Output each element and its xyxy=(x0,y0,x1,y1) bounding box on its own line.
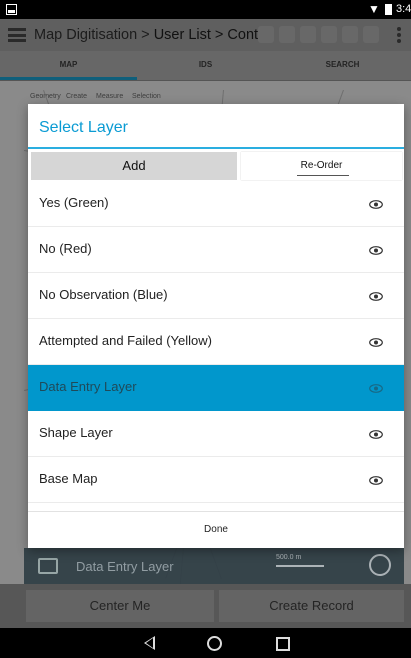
layer-row-selected[interactable]: Data Entry Layer xyxy=(28,365,404,411)
layer-row[interactable]: Base Map xyxy=(28,457,404,503)
bottom-action-bar: Center Me Create Record xyxy=(0,584,411,628)
home-icon[interactable] xyxy=(207,636,222,651)
toolbar-action-icon[interactable] xyxy=(279,26,295,43)
dialog-title-divider xyxy=(28,147,404,149)
eye-icon[interactable] xyxy=(369,384,383,393)
notification-icon xyxy=(6,4,17,15)
recents-icon[interactable] xyxy=(276,637,290,651)
layer-label: Base Map xyxy=(39,471,98,486)
layer-label: No Observation (Blue) xyxy=(39,287,168,302)
toolbar-actions xyxy=(258,26,379,43)
back-icon[interactable] xyxy=(144,636,155,650)
system-nav-bar xyxy=(0,628,411,658)
app-bar: Map Digitisation > User List > Control xyxy=(0,19,411,51)
done-button[interactable]: Done xyxy=(28,511,404,548)
breadcrumb-current: User List > Control xyxy=(153,27,275,43)
eye-icon[interactable] xyxy=(369,200,383,209)
layer-row[interactable]: Attempted and Failed (Yellow) xyxy=(28,319,404,365)
eye-icon[interactable] xyxy=(369,430,383,439)
eye-icon[interactable] xyxy=(369,476,383,485)
breadcrumb: Map Digitisation > User List > Control xyxy=(34,27,274,43)
layers-icon[interactable] xyxy=(38,558,58,574)
add-layer-tab[interactable]: Add xyxy=(31,152,237,180)
status-bar: ▼ 3:4 xyxy=(0,0,411,19)
tab-bar: MAP IDS SEARCH xyxy=(0,51,411,81)
battery-icon xyxy=(385,4,392,15)
status-time: 3:4 xyxy=(396,3,411,15)
map-footer: Data Entry Layer 500.0 m xyxy=(24,548,404,584)
hamburger-menu-icon[interactable] xyxy=(8,28,26,42)
create-record-button[interactable]: Create Record xyxy=(219,590,404,622)
tab-ids[interactable]: IDS xyxy=(137,51,274,80)
toolbar-action-icon[interactable] xyxy=(258,26,274,43)
eye-icon[interactable] xyxy=(369,246,383,255)
scale-bar xyxy=(276,565,324,567)
toolbar-action-icon[interactable] xyxy=(363,26,379,43)
layer-label: Yes (Green) xyxy=(39,195,109,210)
layer-row[interactable]: Yes (Green) xyxy=(28,181,404,227)
tab-map[interactable]: MAP xyxy=(0,51,137,80)
toolbar-action-icon[interactable] xyxy=(342,26,358,43)
eye-icon[interactable] xyxy=(369,338,383,347)
map-tool-measure[interactable]: Measure xyxy=(96,93,123,100)
layer-label: Attempted and Failed (Yellow) xyxy=(39,333,212,348)
map-tool-selection[interactable]: Selection xyxy=(132,93,161,100)
dialog-title: Select Layer xyxy=(39,119,128,136)
layer-label: Shape Layer xyxy=(39,425,113,440)
reorder-underline xyxy=(297,175,349,176)
toolbar-action-icon[interactable] xyxy=(300,26,316,43)
eye-icon[interactable] xyxy=(369,292,383,301)
overflow-menu-icon[interactable] xyxy=(397,27,401,45)
center-me-button[interactable]: Center Me xyxy=(26,590,214,622)
layer-list: Yes (Green) No (Red) No Observation (Blu… xyxy=(28,181,404,503)
scale-label: 500.0 m xyxy=(276,554,302,561)
layer-row[interactable]: Shape Layer xyxy=(28,411,404,457)
layer-row[interactable]: No (Red) xyxy=(28,227,404,273)
active-layer-label: Data Entry Layer xyxy=(76,559,174,574)
tab-search[interactable]: SEARCH xyxy=(274,51,411,80)
select-layer-dialog: Select Layer Add Re-Order Yes (Green) No… xyxy=(28,104,404,548)
layer-label: No (Red) xyxy=(39,241,92,256)
reorder-layer-label: Re-Order xyxy=(300,160,343,171)
layer-label: Data Entry Layer xyxy=(39,379,137,394)
breadcrumb-prefix: Map Digitisation > xyxy=(34,27,154,43)
reorder-layer-tab[interactable]: Re-Order xyxy=(241,152,402,180)
compass-icon[interactable] xyxy=(369,554,391,576)
toolbar-action-icon[interactable] xyxy=(321,26,337,43)
map-tool-create[interactable]: Create xyxy=(66,93,87,100)
wifi-icon: ▼ xyxy=(368,2,380,16)
layer-row[interactable]: No Observation (Blue) xyxy=(28,273,404,319)
